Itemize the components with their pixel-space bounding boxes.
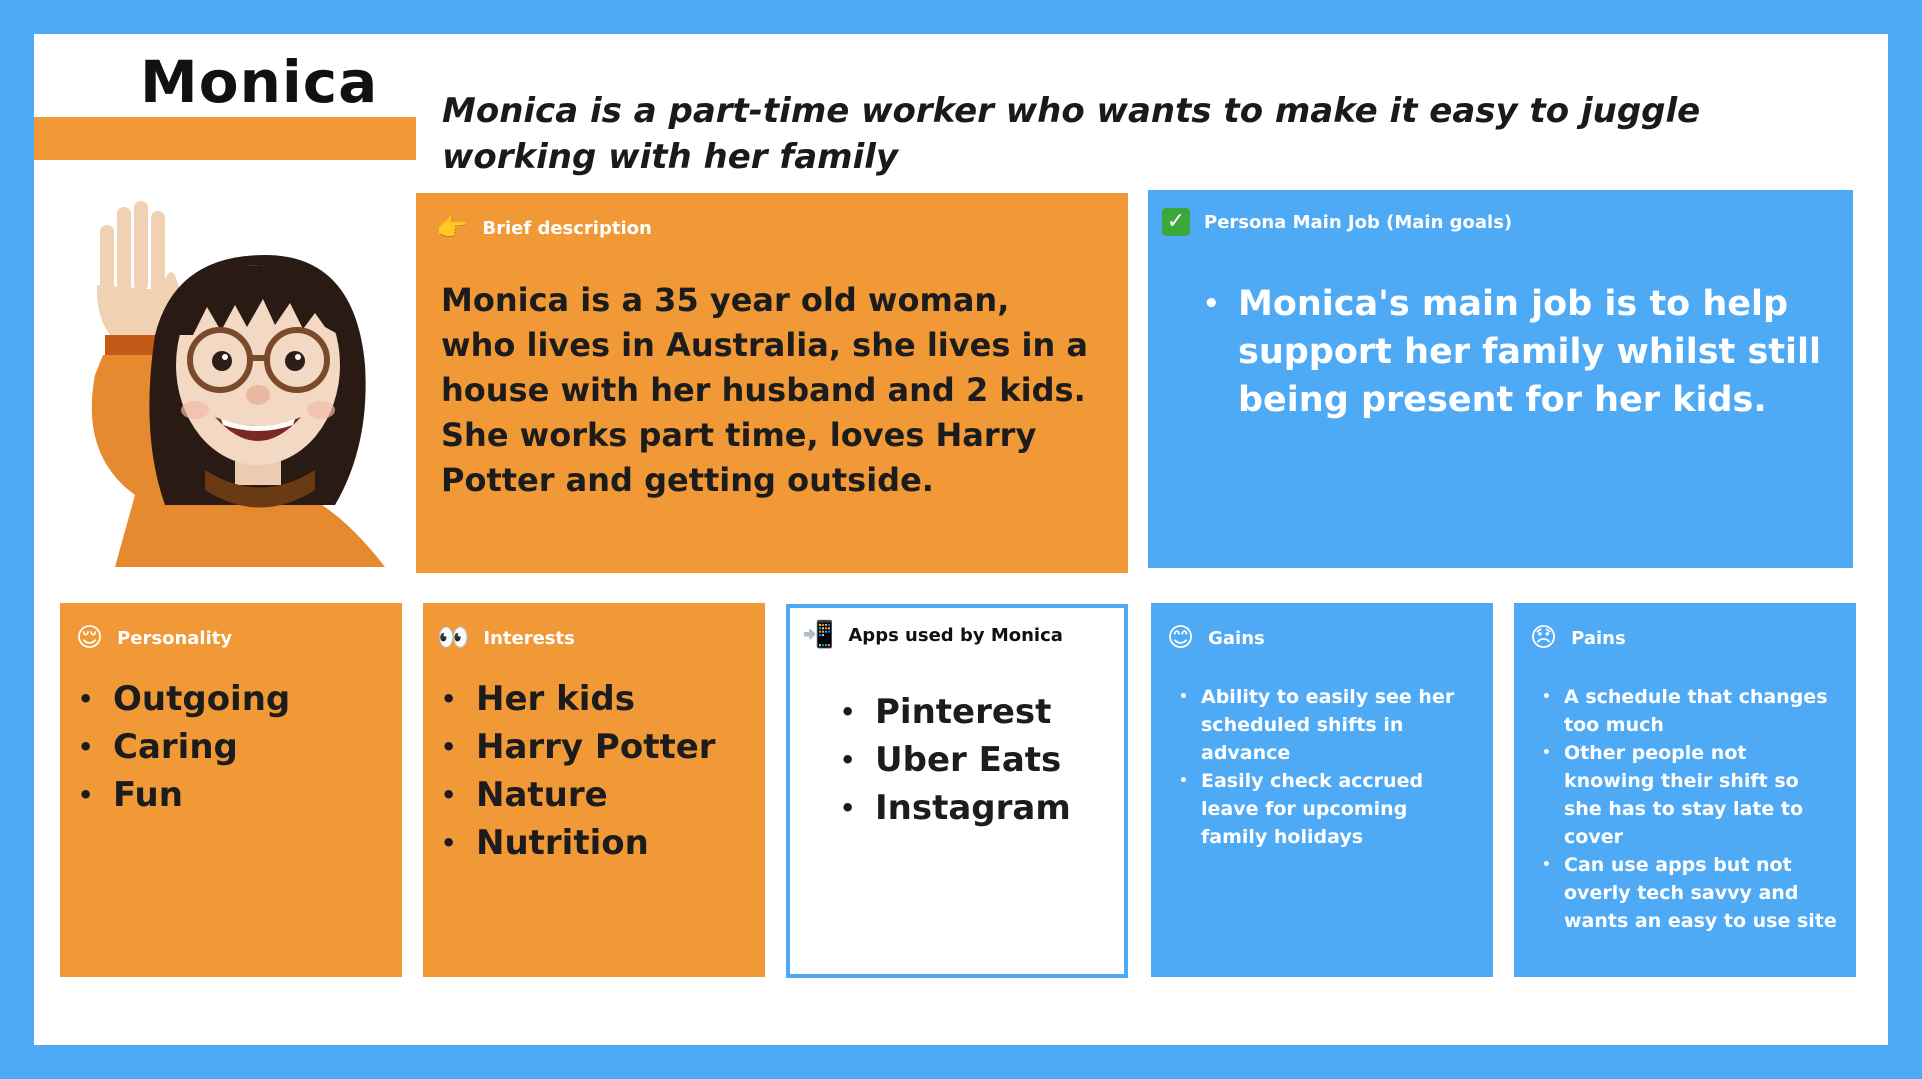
- main-goals-list: Monica's main job is to help support her…: [1203, 280, 1823, 424]
- avatar: [91, 201, 385, 567]
- personality-heading: Personality: [117, 627, 233, 649]
- name-accent-bar: [34, 117, 416, 160]
- apps-header: 📲 Apps used by Monica: [802, 622, 1063, 648]
- brief-description-text: Monica is a 35 year old woman, who lives…: [441, 281, 1088, 499]
- personality-header: 😌 Personality: [76, 625, 232, 651]
- relieved-face-icon: 😌: [76, 623, 104, 653]
- list-item: Nutrition: [441, 819, 716, 867]
- list-item: Her kids: [441, 675, 716, 723]
- interests-list: Her kids Harry Potter Nature Nutrition: [441, 675, 716, 867]
- eyes-icon: 👀: [437, 623, 470, 653]
- list-item: A schedule that changes too much: [1542, 683, 1842, 739]
- check-mark-icon: ✓: [1162, 208, 1190, 236]
- smiling-face-icon: 😊: [1167, 623, 1195, 653]
- main-goals-card: ✓ Persona Main Job (Main goals) Monica's…: [1148, 190, 1853, 568]
- pains-header: 😞 Pains: [1530, 625, 1626, 651]
- personality-list: Outgoing Caring Fun: [78, 675, 290, 819]
- main-goals-header: ✓ Persona Main Job (Main goals): [1162, 208, 1512, 236]
- list-item: Instagram: [840, 784, 1071, 832]
- list-item: Harry Potter: [441, 723, 716, 771]
- list-item: Caring: [78, 723, 290, 771]
- pains-card: 😞 Pains A schedule that changes too much…: [1514, 603, 1856, 977]
- list-item: Ability to easily see her scheduled shif…: [1179, 683, 1479, 767]
- brief-description-header: 👉 Brief description: [436, 215, 652, 241]
- list-item: Monica's main job is to help support her…: [1203, 280, 1823, 424]
- persona-name: Monica: [140, 48, 379, 116]
- persona-tagline: Monica is a part-time worker who wants t…: [442, 91, 1701, 177]
- list-item: Other people not knowing their shift so …: [1542, 739, 1842, 851]
- list-item: Nature: [441, 771, 716, 819]
- brief-description-heading: Brief description: [482, 217, 652, 239]
- personality-card: 😌 Personality Outgoing Caring Fun: [60, 603, 402, 977]
- list-item: Uber Eats: [840, 736, 1071, 784]
- list-item: Pinterest: [840, 688, 1071, 736]
- gains-card: 😊 Gains Ability to easily see her schedu…: [1151, 603, 1493, 977]
- list-item: Easily check accrued leave for upcoming …: [1179, 767, 1479, 851]
- interests-header: 👀 Interests: [437, 625, 575, 651]
- main-goals-heading: Persona Main Job (Main goals): [1204, 211, 1513, 233]
- disappointed-face-icon: 😞: [1530, 623, 1558, 653]
- gains-header: 😊 Gains: [1167, 625, 1265, 651]
- interests-heading: Interests: [483, 627, 575, 649]
- apps-card: 📲 Apps used by Monica Pinterest Uber Eat…: [786, 604, 1128, 978]
- brief-description-card: 👉 Brief description Monica is a 35 year …: [416, 193, 1128, 573]
- pointing-hand-icon: 👉: [436, 213, 469, 243]
- list-item: Can use apps but not overly tech savvy a…: [1542, 851, 1842, 935]
- apps-list: Pinterest Uber Eats Instagram: [840, 688, 1071, 832]
- pains-heading: Pains: [1571, 627, 1626, 649]
- list-item: Outgoing: [78, 675, 290, 723]
- apps-heading: Apps used by Monica: [848, 624, 1063, 646]
- gains-list: Ability to easily see her scheduled shif…: [1179, 683, 1479, 851]
- pains-list: A schedule that changes too much Other p…: [1542, 683, 1842, 935]
- gains-heading: Gains: [1208, 627, 1265, 649]
- mobile-phone-icon: 📲: [802, 620, 835, 650]
- interests-card: 👀 Interests Her kids Harry Potter Nature…: [423, 603, 765, 977]
- list-item: Fun: [78, 771, 290, 819]
